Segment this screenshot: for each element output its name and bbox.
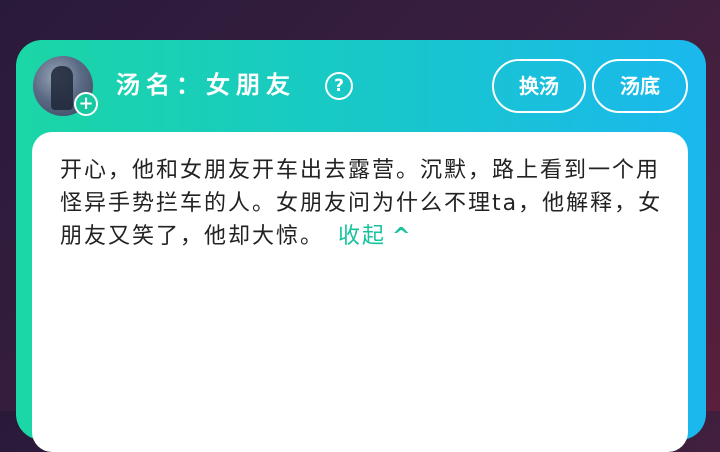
avatar-figure [51, 66, 73, 110]
puzzle-card: + 汤名：女朋友 ? 换汤 汤底 开心，他和女朋友开车出去露营。沉默，路上看到一… [16, 40, 706, 452]
soup-answer-button[interactable]: 汤底 [592, 59, 688, 113]
help-icon[interactable]: ? [325, 72, 353, 100]
collapse-link[interactable]: 收起 ^ [338, 224, 412, 249]
add-icon[interactable]: + [74, 92, 98, 116]
chevron-up-icon: ^ [392, 224, 413, 249]
collapse-label: 收起 [338, 224, 387, 249]
soup-title: 汤名：女朋友 [116, 71, 296, 99]
story-text-block: 开心，他和女朋友开车出去露营。沉默，路上看到一个用怪异手势拦车的人。女朋友问为什… [60, 154, 676, 253]
story-panel: 开心，他和女朋友开车出去露营。沉默，路上看到一个用怪异手势拦车的人。女朋友问为什… [32, 132, 688, 452]
change-soup-button[interactable]: 换汤 [492, 59, 586, 113]
